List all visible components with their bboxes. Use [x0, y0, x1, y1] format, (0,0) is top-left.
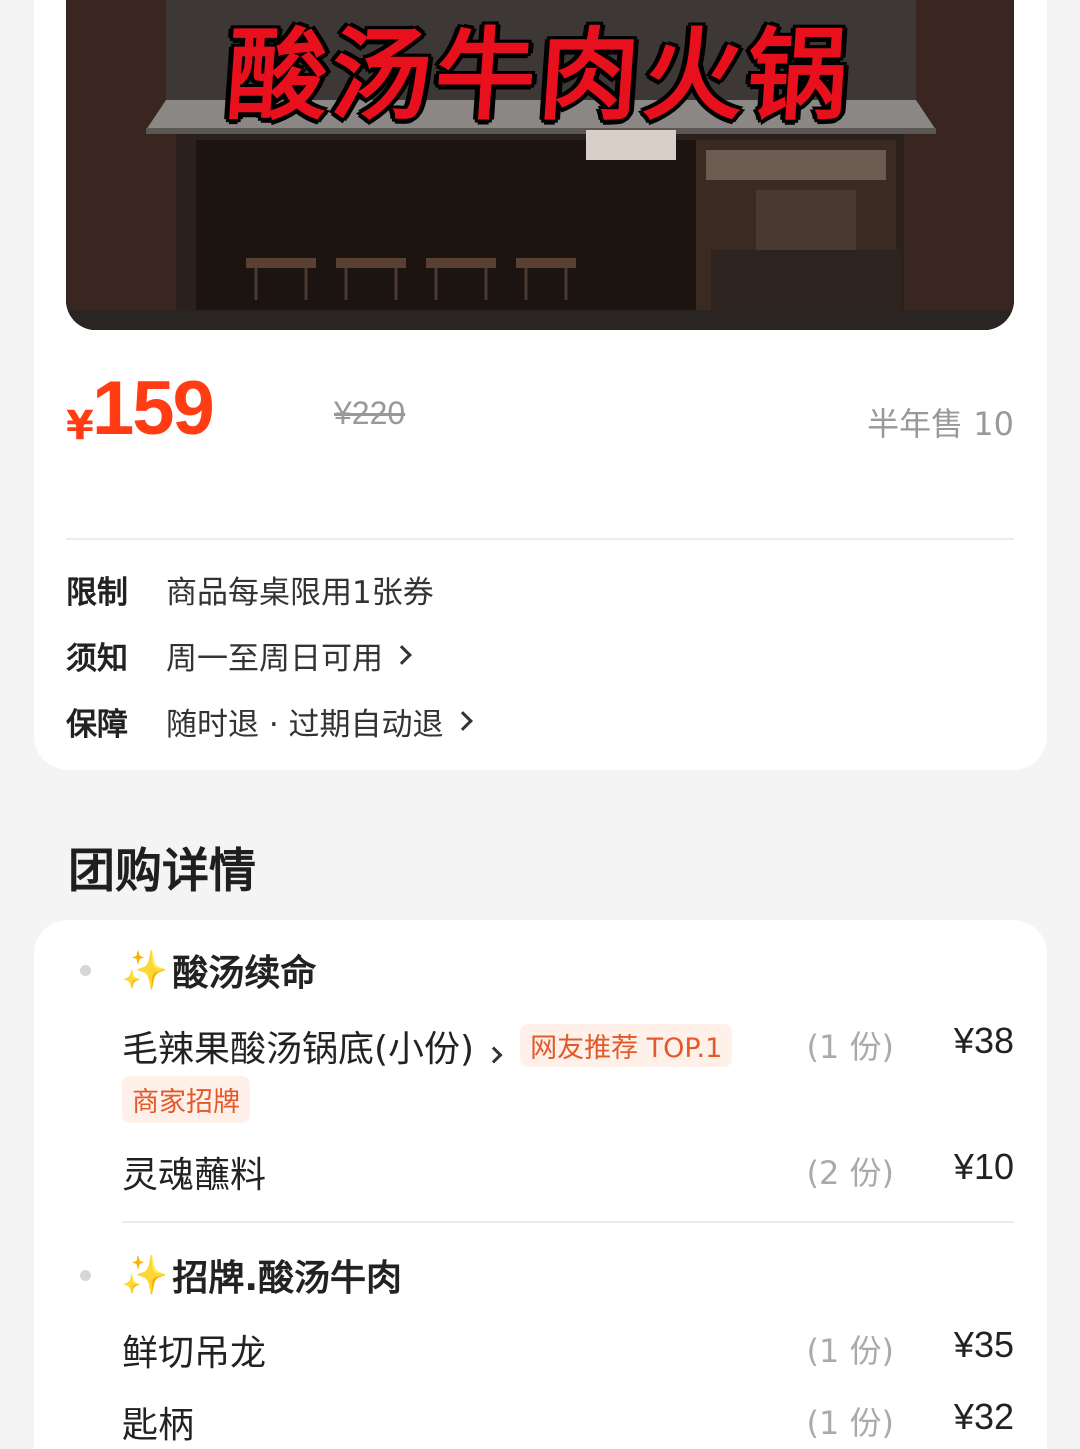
info-text: 随时退 · 过期自动退: [166, 706, 444, 743]
chevron-right-icon: [485, 1046, 503, 1064]
current-price: 159: [92, 366, 215, 451]
group-header: ✨ 酸汤续命: [80, 945, 316, 995]
sales-count: 半年售 10: [867, 405, 1014, 443]
info-label: 保障: [66, 706, 128, 743]
info-label: 限制: [66, 574, 128, 611]
item-quantity: (1 份): [806, 1332, 894, 1370]
item-quantity: (1 份): [806, 1404, 894, 1442]
tag-row: 商家招牌: [122, 1076, 250, 1123]
info-row-guarantee[interactable]: 保障 随时退 · 过期自动退: [66, 699, 473, 743]
divider: [122, 1221, 1014, 1223]
item-price: ¥10: [953, 1146, 1014, 1187]
store-sign-text: 酸汤牛肉火锅: [223, 17, 856, 134]
chevron-right-icon: [392, 645, 412, 665]
menu-item[interactable]: 毛辣果酸汤锅底(小份) 网友推荐 TOP.1 (1 份) ¥38: [122, 1020, 1014, 1070]
item-quantity: (1 份): [806, 1028, 894, 1066]
item-quantity: (2 份): [806, 1154, 894, 1192]
item-price: ¥32: [953, 1396, 1014, 1437]
bullet-dot: [80, 964, 91, 976]
recommend-tag: 网友推荐 TOP.1: [520, 1024, 733, 1067]
signature-tag: 商家招牌: [122, 1076, 250, 1123]
group-name: 招牌.酸汤牛肉: [172, 1258, 403, 1299]
item-price: ¥38: [953, 1020, 1014, 1061]
item-name: 灵魂蘸料: [122, 1155, 267, 1196]
group-name: 酸汤续命: [172, 953, 317, 994]
item-price: ¥35: [953, 1324, 1014, 1365]
item-name: 匙柄: [122, 1405, 195, 1446]
price-row: ¥ 159 ¥220 半年售 10: [66, 365, 1014, 455]
original-price: ¥220: [334, 395, 406, 431]
info-row-limit: 限制 商品每桌限用1张券: [66, 567, 434, 611]
menu-item: 灵魂蘸料 (2 份) ¥10: [122, 1146, 1014, 1196]
bullet-dot: [80, 1269, 91, 1281]
currency-symbol: ¥: [66, 403, 94, 449]
menu-item: 鲜切吊龙 (1 份) ¥35: [122, 1324, 1014, 1374]
info-text: 商品每桌限用1张券: [166, 574, 434, 611]
info-text: 周一至周日可用: [166, 640, 383, 677]
item-name: 毛辣果酸汤锅底(小份) 网友推荐 TOP.1: [122, 1020, 733, 1072]
sparkles-icon: ✨: [121, 1252, 169, 1297]
group-header: ✨ 招牌.酸汤牛肉: [80, 1250, 402, 1300]
divider: [66, 538, 1014, 540]
sparkles-icon: ✨: [121, 947, 169, 992]
info-label: 须知: [66, 640, 128, 677]
chevron-right-icon: [452, 711, 473, 731]
item-name: 鲜切吊龙: [122, 1333, 267, 1374]
info-row-notice[interactable]: 须知 周一至周日可用: [66, 633, 412, 677]
store-photo[interactable]: 酸汤牛肉火锅: [66, 0, 1014, 330]
section-title: 团购详情: [68, 844, 256, 899]
menu-item: 匙柄 (1 份) ¥32: [122, 1396, 1014, 1446]
